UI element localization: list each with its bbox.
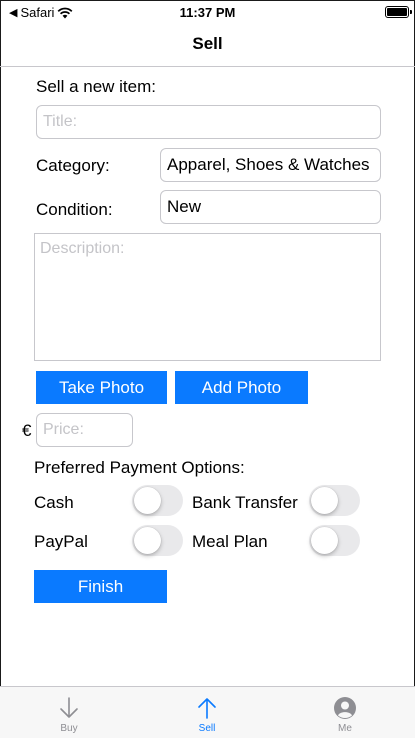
category-field[interactable] <box>160 148 381 182</box>
status-bar: ◀ Safari 11:37 PM <box>0 0 415 24</box>
condition-field[interactable] <box>160 190 381 224</box>
tab-buy-label: Buy <box>60 723 78 734</box>
clock: 11:37 PM <box>179 5 236 20</box>
toggle-knob <box>311 487 338 514</box>
payment-option-paypal-label: PayPal <box>34 532 88 551</box>
tab-buy[interactable]: Buy <box>34 687 104 738</box>
payment-option-meal-plan-label: Meal Plan <box>192 532 268 551</box>
tab-bar: Buy Sell Me <box>0 686 415 738</box>
toggle-knob <box>134 527 161 554</box>
page-title: Sell <box>192 34 223 53</box>
add-photo-button[interactable]: Add Photo <box>175 371 308 404</box>
arrow-down-icon <box>60 697 78 718</box>
title-input[interactable] <box>36 105 381 139</box>
category-label: Category: <box>36 156 110 175</box>
form-heading: Sell a new item: <box>36 77 156 96</box>
payment-heading: Preferred Payment Options: <box>34 458 245 477</box>
payment-option-cash-toggle[interactable] <box>132 485 183 516</box>
arrow-up-icon <box>198 698 216 719</box>
battery-icon <box>385 6 412 18</box>
toggle-knob <box>311 527 338 554</box>
currency-symbol: € <box>22 421 32 440</box>
tab-me[interactable]: Me <box>310 687 380 738</box>
take-photo-button[interactable]: Take Photo <box>36 371 167 404</box>
navigation-bar: Sell <box>0 24 415 67</box>
price-input[interactable] <box>36 413 133 447</box>
tab-me-label: Me <box>338 723 352 734</box>
payment-option-bank-transfer-label: Bank Transfer <box>192 493 298 512</box>
description-textarea[interactable] <box>34 233 381 361</box>
tab-sell-label: Sell <box>198 723 216 734</box>
condition-label: Condition: <box>36 200 113 219</box>
payment-option-meal-plan-toggle[interactable] <box>309 525 360 556</box>
payment-option-cash-label: Cash <box>34 493 74 512</box>
person-icon <box>334 697 356 719</box>
finish-button[interactable]: Finish <box>34 570 167 603</box>
tab-sell[interactable]: Sell <box>172 687 242 738</box>
payment-option-bank-transfer-toggle[interactable] <box>309 485 360 516</box>
payment-option-paypal-toggle[interactable] <box>132 525 183 556</box>
toggle-knob <box>134 487 161 514</box>
